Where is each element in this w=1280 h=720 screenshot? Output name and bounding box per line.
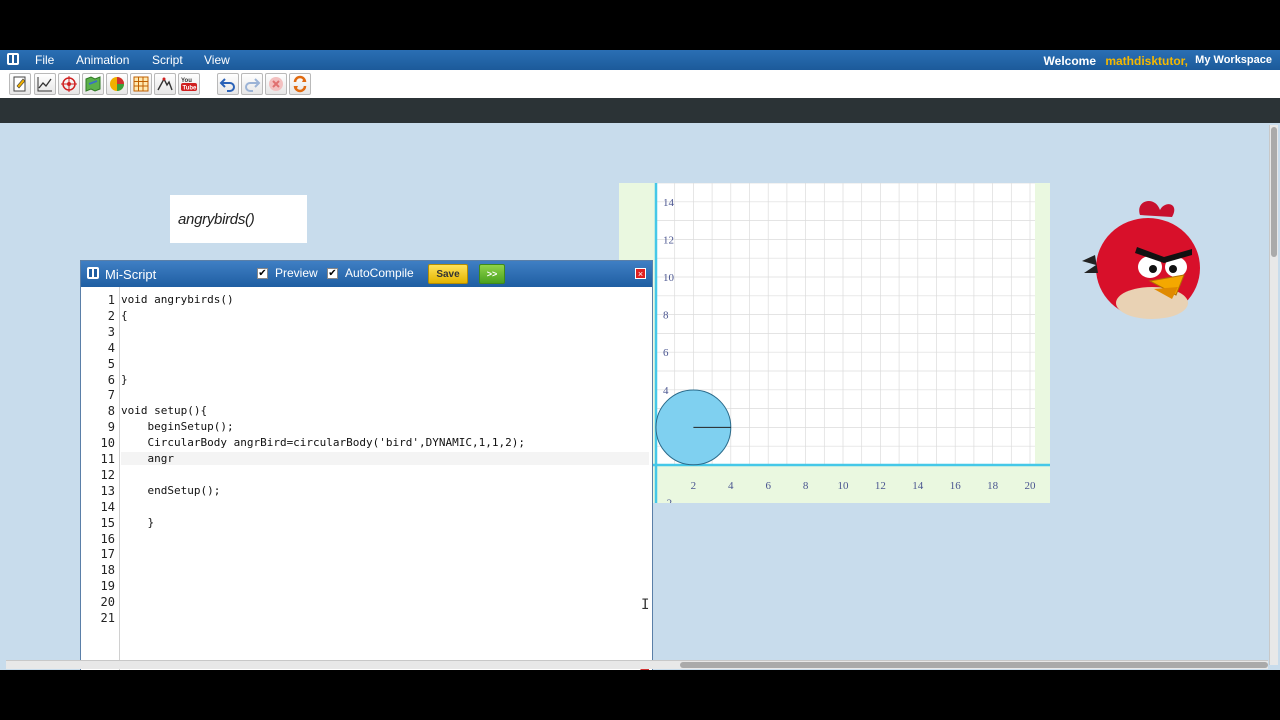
line-number: 7 bbox=[107, 388, 115, 403]
line-number: 10 bbox=[100, 436, 115, 451]
app-window: File Animation Script View Welcome mathd… bbox=[0, 50, 1280, 670]
graph-svg: 1412108642-22468101214161820 bbox=[619, 182, 1050, 510]
undo-icon[interactable] bbox=[217, 73, 239, 95]
my-workspace-link[interactable]: My Workspace bbox=[1195, 54, 1272, 66]
menu-animation[interactable]: Animation bbox=[76, 53, 129, 67]
delete-icon[interactable] bbox=[265, 73, 287, 95]
map-icon[interactable] bbox=[82, 73, 104, 95]
script-window-icon bbox=[87, 267, 99, 279]
script-title-bar[interactable]: Mi-Script ✔ Preview ✔ AutoCompile Save >… bbox=[81, 261, 652, 287]
preview-label: Preview bbox=[275, 266, 318, 280]
horizontal-scrollbar[interactable] bbox=[6, 660, 1268, 669]
menu-script[interactable]: Script bbox=[152, 53, 183, 67]
line-number: 20 bbox=[100, 595, 115, 610]
x-tick-label: 12 bbox=[875, 480, 886, 492]
x-tick-label: 16 bbox=[950, 480, 962, 492]
function-label[interactable]: angrybirds() bbox=[170, 195, 307, 243]
menu-bar: File Animation Script View Welcome mathd… bbox=[0, 50, 1280, 70]
line-number: 4 bbox=[107, 340, 115, 355]
code-line[interactable]: beginSetup(); bbox=[121, 420, 233, 433]
line-number: 5 bbox=[107, 356, 115, 371]
x-tick-label: 18 bbox=[987, 480, 999, 492]
line-number: 2 bbox=[107, 308, 115, 323]
code-line[interactable]: angr bbox=[121, 452, 649, 465]
line-number: 13 bbox=[100, 483, 115, 498]
refresh-icon[interactable] bbox=[289, 73, 311, 95]
line-number: 1 bbox=[107, 293, 115, 307]
autocompile-checkbox[interactable]: ✔ bbox=[327, 268, 338, 279]
x-tick-label: 20 bbox=[1025, 480, 1037, 492]
angry-bird-image[interactable] bbox=[1080, 195, 1210, 320]
close-icon[interactable]: × bbox=[635, 268, 646, 279]
script-window-title: Mi-Script bbox=[105, 267, 157, 282]
redo-icon[interactable] bbox=[241, 73, 263, 95]
graph-icon[interactable] bbox=[34, 73, 56, 95]
y-tick-label: 6 bbox=[663, 347, 669, 359]
new-icon[interactable] bbox=[9, 73, 31, 95]
y-tick-label: 10 bbox=[663, 272, 675, 284]
line-number: 16 bbox=[100, 531, 115, 546]
welcome-text: Welcome bbox=[1043, 54, 1096, 68]
vertical-scrollbar[interactable] bbox=[1269, 125, 1278, 665]
y-tick-label: 14 bbox=[663, 197, 675, 209]
mi-script-window: Mi-Script ✔ Preview ✔ AutoCompile Save >… bbox=[80, 260, 653, 670]
x-tick-label: 4 bbox=[728, 480, 734, 492]
pie-chart-icon[interactable] bbox=[106, 73, 128, 95]
username: mathdisktutor, bbox=[1105, 54, 1188, 68]
code-line[interactable]: void setup(){ bbox=[121, 404, 207, 417]
line-number: 15 bbox=[100, 515, 115, 530]
x-tick-label: 6 bbox=[765, 480, 771, 492]
line-number: 9 bbox=[107, 420, 115, 435]
save-button[interactable]: Save bbox=[428, 264, 468, 284]
line-number: 3 bbox=[107, 324, 115, 339]
y-tick-label: 4 bbox=[663, 385, 669, 397]
graph-canvas[interactable]: 1412108642-22468101214161820 bbox=[619, 182, 1050, 510]
y-tick-label: 8 bbox=[663, 310, 669, 322]
line-number: 21 bbox=[100, 611, 115, 625]
code-line[interactable]: void angrybirds() bbox=[121, 293, 234, 306]
line-number: 14 bbox=[100, 499, 115, 514]
menu-view[interactable]: View bbox=[204, 53, 230, 67]
code-line[interactable]: } bbox=[121, 516, 154, 529]
run-button[interactable]: >> bbox=[479, 264, 505, 284]
preview-checkbox[interactable]: ✔ bbox=[257, 268, 268, 279]
app-logo-icon bbox=[7, 53, 19, 65]
y-tick-label: 12 bbox=[663, 234, 674, 246]
code-line[interactable]: } bbox=[121, 373, 128, 386]
x-tick-label: 8 bbox=[803, 480, 809, 492]
code-line[interactable]: CircularBody angrBird=circularBody('bird… bbox=[121, 436, 525, 449]
line-number: 11 bbox=[100, 452, 115, 466]
code-editor[interactable]: void angrybirds() {} void setup(){ beginSe… bbox=[119, 287, 652, 670]
vertical-scroll-thumb[interactable] bbox=[1271, 127, 1277, 257]
code-line[interactable]: { bbox=[121, 309, 128, 322]
geometry-icon[interactable] bbox=[154, 73, 176, 95]
x-tick-label: 2 bbox=[691, 480, 697, 492]
y-tick-label: -2 bbox=[663, 498, 672, 503]
table-icon[interactable] bbox=[130, 73, 152, 95]
horizontal-scroll-thumb[interactable] bbox=[680, 662, 1268, 668]
toolbar: You Tube bbox=[0, 70, 1280, 98]
code-line[interactable]: endSetup(); bbox=[121, 484, 220, 497]
menu-file[interactable]: File bbox=[35, 53, 54, 67]
autocompile-label: AutoCompile bbox=[345, 266, 414, 280]
line-number: 6 bbox=[107, 372, 115, 387]
svg-text:Tube: Tube bbox=[183, 86, 198, 92]
workspace-header-bar bbox=[0, 98, 1280, 123]
line-number-gutter: 1 2 3 4 5 6 7 8 9 10 11 12 13 14 15 16 17 18 19 20 21 bbox=[81, 287, 120, 670]
x-tick-label: 14 bbox=[912, 480, 924, 492]
target-icon[interactable] bbox=[58, 73, 80, 95]
line-number: 17 bbox=[100, 547, 115, 562]
line-number: 8 bbox=[107, 404, 115, 419]
text-cursor-icon: I bbox=[641, 597, 650, 613]
line-number: 18 bbox=[100, 563, 115, 578]
youtube-icon[interactable]: You Tube bbox=[178, 73, 200, 95]
line-number: 12 bbox=[100, 467, 115, 482]
line-number: 19 bbox=[100, 579, 115, 594]
x-tick-label: 10 bbox=[838, 480, 850, 492]
